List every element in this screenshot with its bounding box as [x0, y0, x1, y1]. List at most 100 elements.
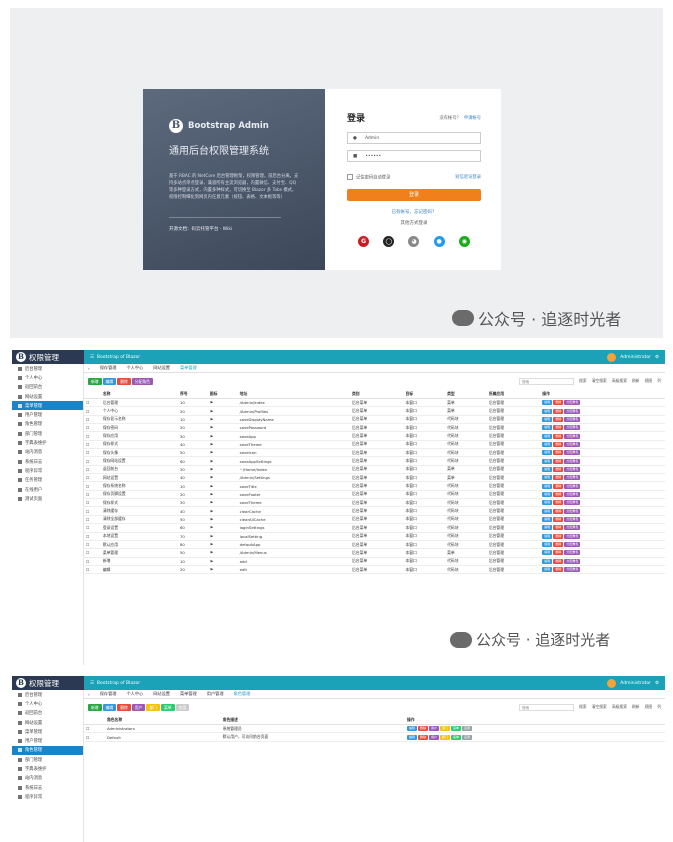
toolbar-button[interactable]: 部门 [146, 703, 160, 711]
table-row[interactable]: ☐ 清除全部缓存 50 ⚑ clearAllCache 后台菜单 本窗口 代码块 后台管理 编辑删… [84, 515, 665, 525]
tab[interactable]: 网站设置 [153, 365, 170, 371]
toolbar-button[interactable]: 删除 [117, 377, 131, 385]
table-row[interactable]: ☐ 后台管理 10 ⚑/Admin/Index 后台菜单 本窗口 菜单 后台管理 编辑 删除 分配角… [84, 398, 665, 408]
row-action-button[interactable]: 分配角色 [564, 558, 581, 564]
table-tool-button[interactable]: 刷新 [632, 378, 640, 384]
row-action-button[interactable]: 分配角色 [564, 516, 581, 522]
table-row[interactable]: ☐ Administrators 系统管理员 编辑 删除 用户 部门 菜单 应用 [84, 724, 665, 734]
sidebar-item[interactable]: 字典表维护 [12, 438, 83, 447]
row-action-button[interactable]: 删除 [418, 734, 429, 740]
row-checkbox[interactable]: ☐ [84, 523, 101, 533]
row-action-button[interactable]: 编辑 [542, 525, 553, 531]
table-tool-button[interactable]: 列 [657, 378, 661, 384]
row-checkbox[interactable]: ☐ [84, 724, 105, 734]
wechat-icon[interactable]: ◉ [458, 235, 470, 247]
doc-link[interactable]: 码云托管平台 · Wiki [192, 227, 233, 232]
row-action-button[interactable]: 分配角色 [564, 458, 581, 464]
row-action-button[interactable]: 编辑 [542, 533, 553, 539]
row-action-button[interactable]: 编辑 [542, 567, 553, 573]
table-tool-button[interactable]: 高级搜索 [612, 378, 627, 384]
row-checkbox[interactable]: ☐ [84, 490, 101, 500]
tab[interactable]: 保存管理 [100, 365, 117, 371]
row-action-button[interactable]: 删除 [553, 408, 564, 414]
row-checkbox[interactable]: ☐ [84, 540, 101, 550]
row-action-button[interactable]: 删除 [553, 450, 564, 456]
row-action-button[interactable]: 删除 [553, 525, 564, 531]
register-link[interactable]: 申请帐号 [464, 116, 481, 121]
toolbar-button[interactable]: 用户 [131, 703, 146, 711]
row-checkbox[interactable]: ☐ [84, 415, 101, 425]
row-action-button[interactable]: 编辑 [542, 542, 553, 548]
row-action-button[interactable]: 用户 [429, 734, 440, 740]
row-action-button[interactable]: 分配角色 [564, 416, 581, 422]
table-row[interactable]: ☐ 新增 10 ⚑ add 后台菜单 本窗口 代码块 后台管理 编辑 删除 分配角色 [84, 557, 665, 566]
row-action-button[interactable]: 分配角色 [564, 408, 581, 414]
row-action-button[interactable]: 删除 [418, 726, 429, 732]
row-action-button[interactable]: 分配角色 [564, 441, 581, 447]
row-action-button[interactable]: 删除 [553, 416, 564, 422]
sidebar-item[interactable]: 部门管理 [12, 429, 83, 438]
row-action-button[interactable]: 删除 [553, 466, 564, 472]
row-action-button[interactable]: 编辑 [542, 483, 553, 489]
table-tool-button[interactable]: 清空搜索 [592, 704, 607, 710]
table-row[interactable]: ☐ Default 默认用户，可访问前台页面 编辑 删除 用户 部门 菜单 应用 [84, 732, 665, 742]
row-checkbox[interactable]: ☐ [84, 456, 101, 466]
sidebar-item[interactable]: 菜单管理 [12, 401, 83, 411]
sidebar-item[interactable]: 菜单管理 [12, 727, 83, 736]
table-row[interactable]: ☐ 菜单管理 50 ⚑/Admin/Menus 后台菜单 本窗口 菜单 后台管理 编辑 删除 分配角… [84, 548, 665, 558]
row-action-button[interactable]: 分配角色 [564, 525, 581, 531]
remember-checkbox[interactable]: 记住密码自动登录 [347, 174, 390, 181]
row-action-button[interactable]: 删除 [553, 400, 564, 406]
row-action-button[interactable]: 编辑 [542, 558, 553, 564]
sidebar-item[interactable]: 网站设置 [12, 392, 83, 401]
row-action-button[interactable]: 分配角色 [564, 400, 581, 406]
row-action-button[interactable]: 删除 [553, 567, 564, 573]
row-action-button[interactable]: 删除 [553, 441, 564, 447]
table-tool-button[interactable]: 列 [657, 704, 661, 710]
password-field[interactable]: ■ •••••• [347, 150, 481, 162]
row-checkbox[interactable]: ☐ [84, 565, 101, 575]
tab[interactable]: 菜单管理 [180, 365, 197, 371]
sidebar-item[interactable]: 程序异常 [12, 792, 83, 801]
username-field[interactable]: ● Admin [347, 132, 481, 144]
row-action-button[interactable]: 编辑 [542, 466, 553, 472]
table-row[interactable]: ☐ 保存应用 30 ⚑ saveApp 后台菜单 本窗口 代码块 后台管理 编辑 删除 分配角色 [84, 431, 665, 441]
row-action-button[interactable]: 删除 [553, 516, 564, 522]
sidebar-item[interactable]: 站内消息 [12, 774, 83, 783]
tab[interactable]: 菜单管理 [180, 691, 197, 697]
sms-login-link[interactable]: 短信验证登录 [455, 174, 481, 181]
row-checkbox[interactable]: ☐ [84, 498, 101, 508]
row-action-button[interactable]: 编辑 [406, 726, 417, 732]
tab[interactable]: 用户管理 [207, 691, 224, 697]
table-row[interactable]: ☐ 登录设置 60 ⚑ loginSettings 后台菜单 本窗口 代码块 后台管理 编辑 删除分… [84, 523, 665, 533]
tab[interactable]: 保存管理 [100, 691, 117, 697]
table-row[interactable]: ☐ 保存样式 40 ⚑ saveTheme 后台菜单 本窗口 代码块 后台管理 编辑 删除 分配角色 [84, 440, 665, 450]
tab[interactable]: 网站设置 [153, 691, 170, 697]
row-action-button[interactable]: 编辑 [542, 508, 553, 514]
app-logo[interactable]: B 权限管理 [12, 676, 84, 690]
row-checkbox[interactable]: ☐ [84, 448, 101, 458]
app-logo[interactable]: B 权限管理 [12, 350, 84, 364]
sidebar-item[interactable]: 返回前台 [12, 383, 83, 392]
row-action-button[interactable]: 菜单 [451, 726, 462, 732]
table-row[interactable]: ☐ 网站设置 40 ⚑/Admin/Settings 后台菜单 本窗口 菜单 后台管理 编辑 删除… [84, 473, 665, 483]
row-action-button[interactable]: 编辑 [542, 433, 553, 439]
row-checkbox[interactable]: ☐ [84, 423, 101, 433]
sidebar-item[interactable]: 后台管理 [12, 364, 83, 373]
toolbar-button[interactable]: 分配角色 [131, 377, 153, 385]
row-checkbox[interactable]: ☐ [84, 465, 101, 475]
row-action-button[interactable]: 分配角色 [564, 491, 581, 497]
row-action-button[interactable]: 编辑 [542, 400, 553, 406]
tab[interactable]: 角色管理 [234, 691, 251, 697]
sidebar-item[interactable]: 系统日志 [12, 783, 83, 792]
tab-prev-icon[interactable]: ‹ [88, 692, 90, 697]
weibo-icon[interactable]: ◕ [408, 235, 420, 247]
sidebar-item[interactable]: 后台管理 [12, 690, 83, 699]
settings-icon[interactable]: ⚙ [655, 681, 659, 686]
row-action-button[interactable]: 分配角色 [564, 567, 581, 573]
sidebar-item[interactable]: 系统日志 [12, 457, 83, 466]
row-checkbox[interactable]: ☐ [84, 515, 101, 525]
sidebar-item[interactable]: 站内消息 [12, 448, 83, 457]
table-tool-button[interactable]: 清空搜索 [592, 378, 607, 384]
table-row[interactable]: ☐ 返回前台 30 ⚑ ~/Home/Index 后台菜单 本窗口 菜单 后台管理 编辑 删除 分配角… [84, 465, 665, 475]
